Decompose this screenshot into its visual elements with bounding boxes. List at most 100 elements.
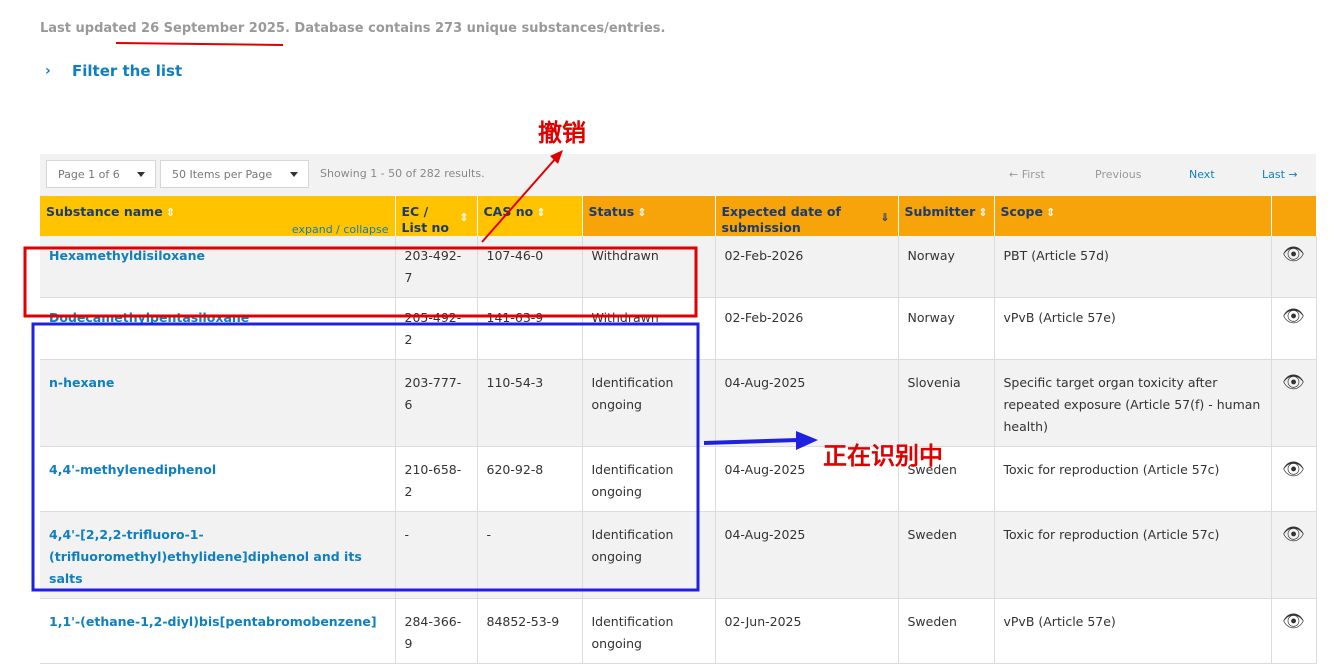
cas-cell: - bbox=[477, 511, 583, 599]
col-submitter[interactable]: Submitter ⇕ bbox=[898, 196, 995, 236]
scope-cell: Toxic for reproduction (Article 57c) bbox=[994, 511, 1272, 599]
submitter-cell: Norway bbox=[898, 236, 995, 298]
sort-icon[interactable]: ⇕ bbox=[459, 210, 468, 226]
eye-icon[interactable]: 👁 bbox=[1271, 236, 1317, 298]
col-ec-list-no[interactable]: EC / List no ⇕ bbox=[395, 196, 478, 236]
page-select-value: Page 1 of 6 bbox=[58, 167, 120, 181]
updated-date: 26 September 2025 bbox=[141, 21, 285, 36]
cas-cell: 84852-53-9 bbox=[477, 598, 583, 664]
col-scope[interactable]: Scope ⇕ bbox=[994, 196, 1272, 236]
eye-icon[interactable]: 👁 bbox=[1271, 511, 1317, 599]
status-cell: Identification ongoing bbox=[582, 511, 716, 599]
ec-cell: 284-366-9 bbox=[395, 598, 478, 664]
pagination-toolbar: Page 1 of 6 50 Items per Page Showing 1 … bbox=[40, 154, 1316, 196]
cas-cell: 110-54-3 bbox=[477, 359, 583, 447]
filter-the-list-link[interactable]: Filter the list bbox=[72, 62, 182, 80]
substance-link[interactable]: 1,1'-(ethane-1,2-diyl)bis[pentabromobenz… bbox=[49, 614, 377, 629]
date-cell: 02-Feb-2026 bbox=[715, 236, 899, 298]
eye-icon[interactable]: 👁 bbox=[1271, 598, 1317, 664]
caret-down-icon bbox=[137, 172, 145, 177]
substance-link[interactable]: Dodecamethylpentasiloxane bbox=[49, 310, 249, 325]
status-cell: Identification ongoing bbox=[582, 598, 716, 664]
date-cell: 04-Aug-2025 bbox=[715, 359, 899, 447]
col-scope-label: Scope bbox=[1000, 204, 1043, 219]
table-row: Dodecamethylpentasiloxane 205-492-2 141-… bbox=[40, 297, 1317, 360]
page-select[interactable]: Page 1 of 6 bbox=[46, 160, 156, 188]
scope-cell: PBT (Article 57d) bbox=[994, 236, 1272, 298]
previous-page-link[interactable]: Previous bbox=[1095, 168, 1142, 181]
date-underline bbox=[115, 42, 284, 46]
updated-prefix: Last updated bbox=[40, 21, 142, 36]
ec-cell: 210-658-2 bbox=[395, 446, 478, 512]
status-cell: Withdrawn bbox=[582, 236, 716, 298]
results-count: Showing 1 - 50 of 282 results. bbox=[320, 167, 485, 180]
eye-icon[interactable]: 👁 bbox=[1271, 446, 1317, 512]
date-cell: 02-Feb-2026 bbox=[715, 297, 899, 360]
sort-desc-icon[interactable]: ⇓ bbox=[880, 210, 889, 226]
ongoing-annotation: 正在识别中 bbox=[823, 442, 943, 470]
eye-icon[interactable]: 👁 bbox=[1271, 359, 1317, 447]
substance-link[interactable]: 4,4'-methylenediphenol bbox=[49, 462, 216, 477]
sort-icon[interactable]: ⇕ bbox=[1046, 206, 1055, 219]
ec-cell: - bbox=[395, 511, 478, 599]
cas-cell: 620-92-8 bbox=[477, 446, 583, 512]
table-row: n-hexane 203-777-6 110-54-3 Identificati… bbox=[40, 359, 1317, 447]
expand-collapse-link[interactable]: expand / collapse bbox=[292, 222, 389, 238]
items-select-value: 50 Items per Page bbox=[172, 167, 273, 181]
last-updated-text: Last updated 26 September 2025. Database… bbox=[40, 21, 665, 36]
submitter-cell: Sweden bbox=[898, 511, 995, 599]
col-cas-no[interactable]: CAS no ⇕ bbox=[477, 196, 583, 236]
withdrawn-annotation: 撤销 bbox=[538, 119, 586, 147]
scope-cell: Toxic for reproduction (Article 57c) bbox=[994, 446, 1272, 512]
sort-icon[interactable]: ⇕ bbox=[536, 206, 545, 219]
submitter-cell: Norway bbox=[898, 297, 995, 360]
sort-icon[interactable]: ⇕ bbox=[637, 206, 646, 219]
col-expected-label: Expected date of submission bbox=[721, 204, 841, 235]
col-cas-label: CAS no bbox=[483, 204, 534, 219]
sort-icon[interactable]: ⇕ bbox=[166, 206, 175, 219]
scope-cell: vPvB (Article 57e) bbox=[994, 297, 1272, 360]
col-ec-label: EC / bbox=[401, 204, 429, 219]
cas-cell: 107-46-0 bbox=[477, 236, 583, 298]
filter-toggle[interactable]: › Filter the list bbox=[45, 62, 182, 80]
caret-down-icon bbox=[290, 172, 298, 177]
table-row: 1,1'-(ethane-1,2-diyl)bis[pentabromobenz… bbox=[40, 598, 1317, 664]
date-cell: 02-Jun-2025 bbox=[715, 598, 899, 664]
scope-cell: Specific target organ toxicity after rep… bbox=[994, 359, 1272, 447]
col-substance-name[interactable]: Substance name ⇕ expand / collapse bbox=[40, 196, 396, 238]
col-ec-label-2: List no bbox=[401, 220, 450, 235]
next-page-link[interactable]: Next bbox=[1189, 168, 1215, 181]
submitter-cell: Slovenia bbox=[898, 359, 995, 447]
col-submitter-label: Submitter bbox=[904, 204, 976, 219]
status-cell: Withdrawn bbox=[582, 297, 716, 360]
submitter-cell: Sweden bbox=[898, 598, 995, 664]
date-cell: 04-Aug-2025 bbox=[715, 511, 899, 599]
col-substance-label: Substance name bbox=[46, 204, 163, 219]
status-cell: Identification ongoing bbox=[582, 446, 716, 512]
scope-cell: vPvB (Article 57e) bbox=[994, 598, 1272, 664]
col-expected-date[interactable]: Expected date of submission ⇓ bbox=[715, 196, 899, 236]
eye-icon[interactable]: 👁 bbox=[1271, 297, 1317, 360]
substance-table: Substance name ⇕ expand / collapse EC / L… bbox=[40, 196, 1317, 664]
substance-link[interactable]: Hexamethyldisiloxane bbox=[49, 248, 205, 263]
sort-icon[interactable]: ⇕ bbox=[978, 206, 987, 219]
last-page-link[interactable]: Last → bbox=[1262, 168, 1298, 181]
ec-cell: 203-777-6 bbox=[395, 359, 478, 447]
items-per-page-select[interactable]: 50 Items per Page bbox=[160, 160, 309, 188]
table-row: Hexamethyldisiloxane 203-492-7 107-46-0 … bbox=[40, 236, 1317, 298]
table-header-row: Substance name ⇕ expand / collapse EC / L… bbox=[40, 196, 1317, 238]
substance-link[interactable]: 4,4'-[2,2,2-trifluoro-1-(trifluoromethyl… bbox=[49, 527, 362, 586]
cas-cell: 141-63-9 bbox=[477, 297, 583, 360]
table-row: 4,4'-[2,2,2-trifluoro-1-(trifluoromethyl… bbox=[40, 511, 1317, 599]
ec-cell: 203-492-7 bbox=[395, 236, 478, 298]
status-cell: Identification ongoing bbox=[582, 359, 716, 447]
col-status-label: Status bbox=[588, 204, 635, 219]
ec-cell: 205-492-2 bbox=[395, 297, 478, 360]
first-page-link[interactable]: ← First bbox=[1009, 168, 1045, 181]
substance-link[interactable]: n-hexane bbox=[49, 375, 114, 390]
table-row: 4,4'-methylenediphenol 210-658-2 620-92-… bbox=[40, 446, 1317, 512]
updated-suffix: . Database contains 273 unique substance… bbox=[284, 21, 666, 36]
chevron-right-icon: › bbox=[45, 63, 51, 79]
col-actions bbox=[1271, 196, 1317, 236]
col-status[interactable]: Status ⇕ bbox=[582, 196, 716, 236]
